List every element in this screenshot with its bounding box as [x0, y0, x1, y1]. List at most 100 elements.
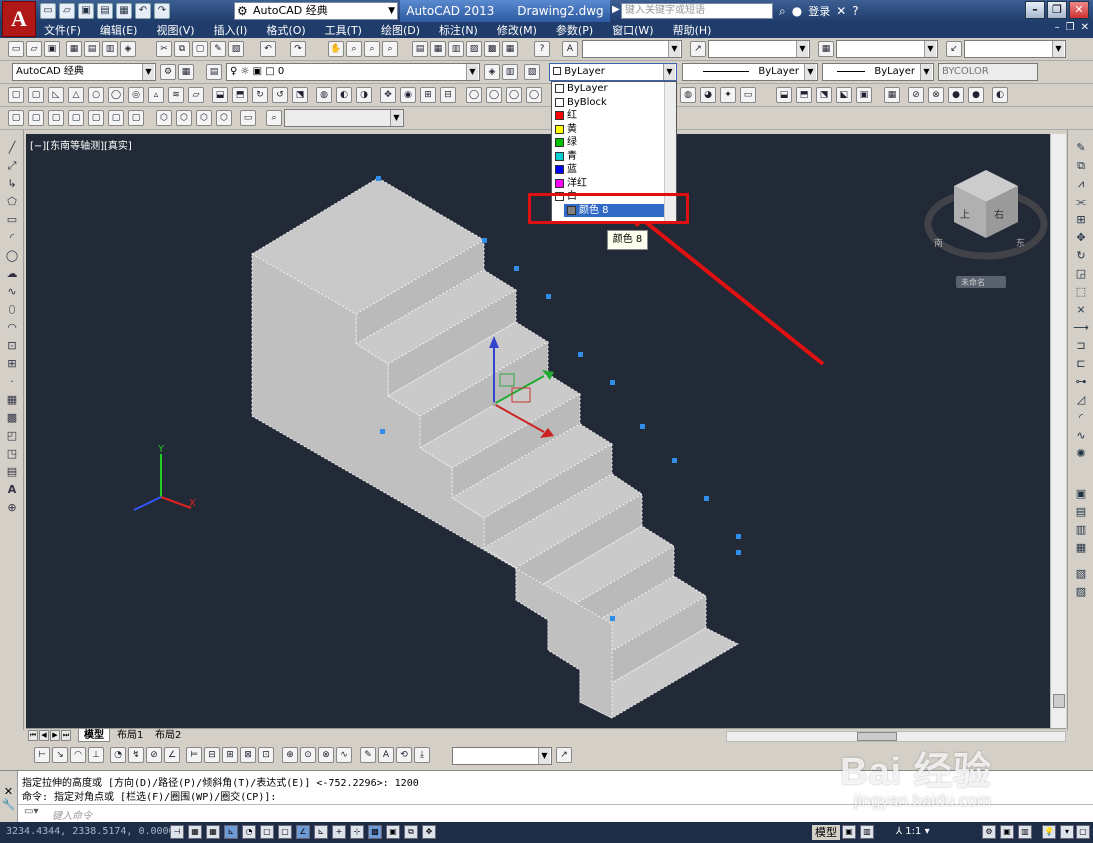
first-tab-icon[interactable]: ⏮ [28, 730, 38, 741]
dyn-toggle[interactable]: + [332, 825, 346, 839]
color-option-red[interactable]: 红 [552, 109, 676, 123]
front-view-icon[interactable]: ▢ [108, 110, 124, 126]
menu-window[interactable]: 窗口(W) [612, 22, 653, 38]
tool-palettes-icon[interactable]: ▥ [448, 41, 464, 57]
dim-style-combo[interactable]: ▼ [452, 747, 552, 765]
join-icon[interactable]: ⊶ [1073, 374, 1089, 389]
nw-iso-icon[interactable]: ⬡ [216, 110, 232, 126]
copy-icon[interactable]: ⧉ [174, 41, 190, 57]
presspull-icon[interactable]: ⬒ [232, 87, 248, 103]
pyramid-icon[interactable]: ▵ [148, 87, 164, 103]
undo-icon[interactable]: ↶ [260, 41, 276, 57]
qnew-icon[interactable]: ▭ [8, 41, 24, 57]
menu-modify[interactable]: 修改(M) [497, 22, 537, 38]
osnap-toggle[interactable]: ▢ [260, 825, 274, 839]
color-option-yellow[interactable]: 黄 [552, 123, 676, 137]
explode-icon[interactable]: ✺ [1073, 446, 1089, 461]
mirror-icon[interactable]: ⩘ [1073, 176, 1089, 191]
3d-rotate-icon[interactable]: ◉ [400, 87, 416, 103]
draworder-front-icon[interactable]: ▣ [1073, 486, 1089, 501]
menu-view[interactable]: 视图(V) [156, 22, 194, 38]
color-select[interactable]: ByLayer ▼ [549, 63, 677, 81]
line-icon[interactable]: ╱ [4, 140, 20, 155]
break-point-icon[interactable]: ⊐ [1073, 338, 1089, 353]
quick-dim-icon[interactable]: ⊨ [186, 747, 202, 763]
restore-button[interactable]: ❐ [1047, 1, 1067, 19]
cone-icon[interactable]: △ [68, 87, 84, 103]
doc-restore-icon[interactable]: ❐ [1066, 22, 1075, 33]
visual-style-conceptual-icon[interactable]: ◯ [526, 87, 542, 103]
tab-layout1[interactable]: 布局1 [112, 729, 148, 742]
command-prompt-icon[interactable]: ▭▾ [24, 806, 38, 817]
menu-draw[interactable]: 绘图(D) [381, 22, 420, 38]
scale-icon[interactable]: ◲ [1073, 266, 1089, 281]
torus-icon[interactable]: ◎ [128, 87, 144, 103]
material-icon[interactable]: ◕ [700, 87, 716, 103]
left-view-icon[interactable]: ▢ [68, 110, 84, 126]
wedge-icon[interactable]: ◺ [48, 87, 64, 103]
tolerance-icon[interactable]: ⊕ [282, 747, 298, 763]
dim-style-select[interactable]: ▼ [708, 40, 810, 58]
draworder-back-icon[interactable]: ▤ [1073, 504, 1089, 519]
zoom-realtime-icon[interactable]: ⌕ [346, 41, 362, 57]
viewcube[interactable]: 上 右 南 东 未命名 [924, 170, 1048, 288]
lwt-toggle[interactable]: ⊹ [350, 825, 364, 839]
menu-edit[interactable]: 编辑(E) [100, 22, 138, 38]
aligned-dim-icon[interactable]: ↘ [52, 747, 68, 763]
print-preview-icon[interactable]: ▤ [84, 41, 100, 57]
status-menu-icon[interactable]: ▾ [1060, 825, 1074, 839]
sheet-set-icon[interactable]: ▨ [466, 41, 482, 57]
section-icon[interactable]: ⬔ [816, 87, 832, 103]
workspace-switch-icon[interactable]: ⚙ [982, 825, 996, 839]
login-link[interactable]: 登录 [808, 3, 830, 19]
slice-icon[interactable]: ⬒ [796, 87, 812, 103]
color-option-bylayer[interactable]: ByLayer [552, 82, 676, 96]
gradient-icon[interactable]: ▩ [4, 410, 20, 425]
color-option-green[interactable]: 绿 [552, 136, 676, 150]
grid-toggle[interactable]: ▦ [206, 825, 220, 839]
top-view-icon[interactable]: ▢ [28, 110, 44, 126]
rotate-icon[interactable]: ↻ [1073, 248, 1089, 263]
revcloud-icon[interactable]: ☁ [4, 266, 20, 281]
offset-icon[interactable]: ⫘ [1073, 194, 1089, 209]
rectangle-icon[interactable]: ▭ [4, 212, 20, 227]
close-button[interactable]: ✕ [1069, 1, 1089, 19]
layer-previous-icon[interactable]: ▥ [502, 64, 518, 80]
radius-dim-icon[interactable]: ◔ [110, 747, 126, 763]
center-mark-icon[interactable]: ⊙ [300, 747, 316, 763]
make-block-icon[interactable]: ⊞ [4, 356, 20, 371]
camera-view-icon[interactable]: ▭ [240, 110, 256, 126]
erase-icon[interactable]: ✎ [1073, 140, 1089, 155]
inspect-icon[interactable]: ⊗ [318, 747, 334, 763]
layer-manager-icon[interactable]: ▤ [206, 64, 222, 80]
array-icon[interactable]: ⊞ [1073, 212, 1089, 227]
hscroll-thumb[interactable] [857, 732, 897, 741]
trim-icon[interactable]: ⨯ [1073, 302, 1089, 317]
block-editor-icon[interactable]: ▧ [228, 41, 244, 57]
blend-icon[interactable]: ∿ [1073, 428, 1089, 443]
design-center-icon[interactable]: ▦ [430, 41, 446, 57]
polyline-icon[interactable]: ↳ [4, 176, 20, 191]
flatshot-icon[interactable]: ⬕ [836, 87, 852, 103]
add-selected-icon[interactable]: ⊕ [4, 500, 20, 515]
named-views-icon[interactable]: ⌕ [266, 110, 282, 126]
multileader-style-icon[interactable]: ↙ [946, 41, 962, 57]
snap-toggle[interactable]: ▦ [188, 825, 202, 839]
render-preset-icon[interactable]: ▦ [884, 87, 900, 103]
save-as-icon[interactable]: ▤ [97, 3, 113, 19]
doc-minimize-icon[interactable]: – [1055, 22, 1060, 33]
tab-model[interactable]: 模型 [78, 729, 110, 742]
command-input[interactable]: ▭▾ 键入命令 [18, 804, 1093, 822]
vertical-scrollbar[interactable] [1050, 134, 1066, 728]
save-icon[interactable]: ▣ [78, 3, 94, 19]
quick-view-layouts-icon[interactable]: ▣ [842, 825, 856, 839]
chamfer-icon[interactable]: ◿ [1073, 392, 1089, 407]
sw-iso-icon[interactable]: ⬡ [156, 110, 172, 126]
open-file-icon[interactable]: ▱ [59, 3, 75, 19]
point-icon[interactable]: · [4, 374, 20, 389]
title-arrow-icon[interactable]: ▶ [612, 4, 620, 15]
minimize-button[interactable]: – [1025, 1, 1045, 19]
exchange-icon[interactable]: ✕ [836, 4, 846, 18]
dim-update-icon[interactable]: ⟲ [396, 747, 412, 763]
ortho-toggle[interactable]: ⊾ [224, 825, 238, 839]
